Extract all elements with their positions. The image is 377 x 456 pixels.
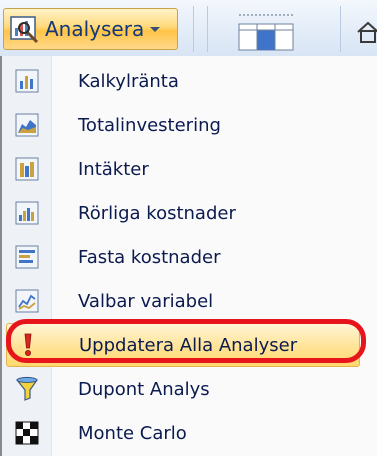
column-chart-icon (14, 156, 40, 182)
menu-item-valbar-variabel[interactable]: Valbar variabel (2, 279, 362, 323)
menu-item-totalinvestering[interactable]: Totalinvestering (2, 103, 362, 147)
menu-item-uppdatera-alla-analyser[interactable]: Uppdatera Alla Analyser (6, 323, 360, 367)
exclamation-icon (15, 332, 41, 358)
menu-item-fasta-kostnader[interactable]: Fasta kostnader (2, 235, 362, 279)
menu-item-monte-carlo[interactable]: Monte Carlo (2, 411, 362, 455)
menu-item-intakter[interactable]: Intäkter (2, 147, 362, 191)
histogram-icon (14, 200, 40, 226)
bar-chart-icon (14, 68, 40, 94)
line-chart-icon (14, 288, 40, 314)
menu-item-kalkylranta[interactable]: Kalkylränta (2, 59, 362, 103)
analysera-button-label: Analysera (45, 17, 145, 41)
chevron-down-icon (150, 26, 161, 32)
menu-item-label: Kalkylränta (78, 70, 179, 92)
menu-item-label: Totalinvestering (78, 114, 221, 136)
menu-item-label: Rörliga kostnader (78, 202, 236, 224)
menu-item-label: Monte Carlo (78, 422, 187, 444)
ribbon-separator (207, 6, 208, 52)
checkerboard-icon (14, 420, 40, 446)
menu-item-label: Intäkter (78, 158, 149, 180)
menu-item-label: Dupont Analys (78, 378, 210, 400)
menu-item-label: Uppdatera Alla Analyser (79, 334, 298, 356)
chart-analysis-icon (9, 14, 39, 44)
ribbon-bar: Analysera (0, 0, 377, 58)
home-icon[interactable] (356, 20, 377, 44)
menu-item-label: Fasta kostnader (78, 246, 221, 268)
menu-item-dupont-analys[interactable]: Dupont Analys (2, 367, 362, 411)
ribbon-separator (193, 6, 194, 52)
table-layout-icon[interactable] (233, 10, 299, 52)
grouped-bar-icon (14, 244, 40, 270)
ribbon-separator (340, 6, 341, 52)
menu-item-rorliga-kostnader[interactable]: Rörliga kostnader (2, 191, 362, 235)
app-window: Analysera Kalkylränta Totalinvestering I… (0, 0, 377, 456)
funnel-icon (14, 376, 40, 402)
analysera-dropdown-button[interactable]: Analysera (3, 8, 178, 50)
menu-item-label: Valbar variabel (78, 290, 214, 312)
area-chart-icon (14, 112, 40, 138)
analysera-dropdown-menu: Kalkylränta Totalinvestering Intäkter Rö… (0, 56, 377, 456)
